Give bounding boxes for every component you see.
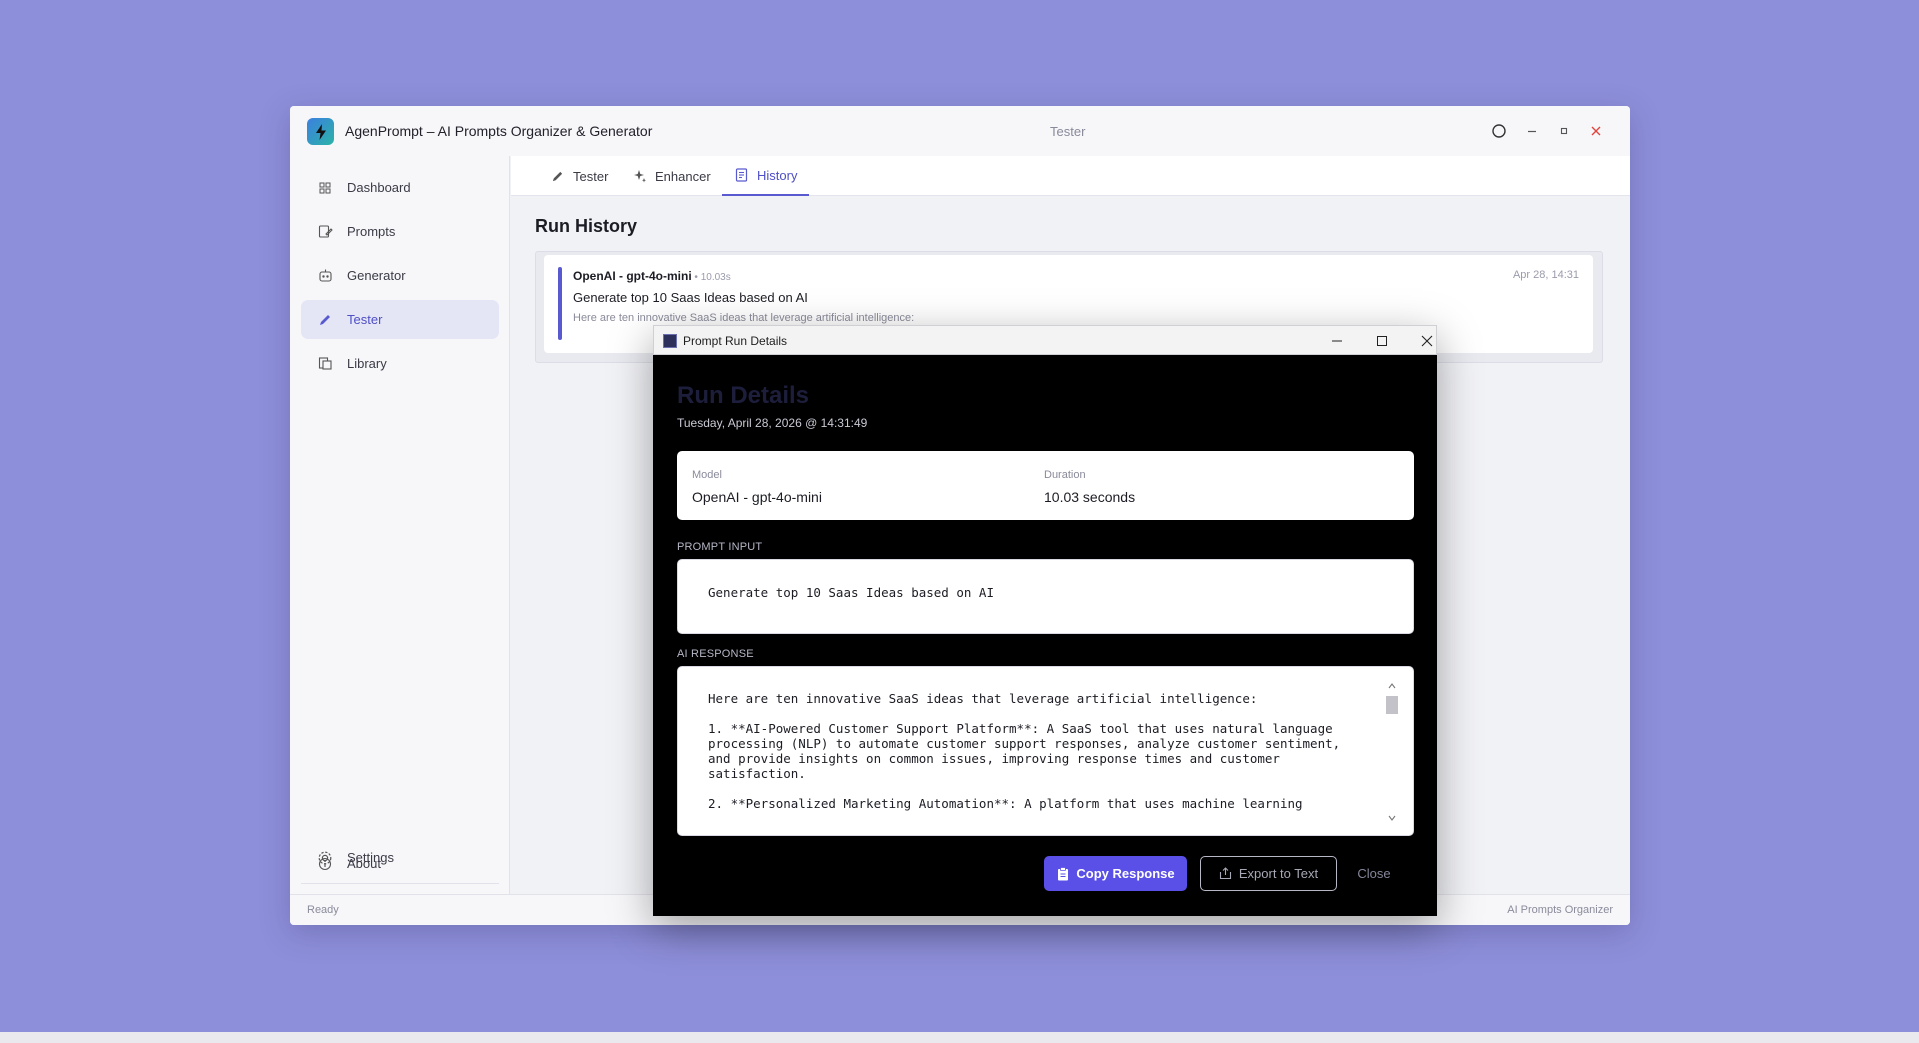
history-icon xyxy=(734,168,749,183)
ai-response-box[interactable]: Here are ten innovative SaaS ideas that … xyxy=(677,666,1414,836)
sidebar-item-library[interactable]: Library xyxy=(301,344,499,383)
model-label: Model xyxy=(692,469,722,481)
sidebar-item-generator[interactable]: Generator xyxy=(301,256,499,295)
export-to-text-label: Export to Text xyxy=(1238,866,1319,881)
tab-tester[interactable]: Tester xyxy=(538,156,620,196)
lightning-icon xyxy=(315,123,326,140)
minimize-icon xyxy=(1528,130,1536,133)
status-text: Ready xyxy=(307,904,339,916)
scroll-thumb[interactable] xyxy=(1386,696,1398,714)
sidebar-item-label: Dashboard xyxy=(347,180,411,195)
run-datetime: Tuesday, April 28, 2026 @ 14:31:49 xyxy=(677,416,868,430)
tab-label: History xyxy=(757,167,798,183)
theme-button[interactable] xyxy=(1486,119,1512,143)
entry-provider: OpenAI - gpt-4o-mini • 10.03s xyxy=(573,269,731,283)
sidebar-item-label: Tester xyxy=(347,312,383,327)
taskbar-strip xyxy=(0,1032,1919,1043)
close-dialog-button[interactable]: Close xyxy=(1349,856,1399,891)
sidebar-divider xyxy=(301,883,499,884)
pencil-icon xyxy=(550,169,565,184)
model-value: OpenAI - gpt-4o-mini xyxy=(692,489,822,505)
sidebar-item-label: Generator xyxy=(347,268,406,283)
ai-response-label: AI RESPONSE xyxy=(677,648,754,660)
maximize-button[interactable] xyxy=(1551,119,1577,143)
window-center-title: Tester xyxy=(1050,124,1086,139)
close-icon xyxy=(1421,335,1433,347)
sidebar-item-prompts[interactable]: Prompts xyxy=(301,212,499,251)
sidebar-item-dashboard[interactable]: Dashboard xyxy=(301,168,499,207)
export-to-text-button[interactable]: Export to Text xyxy=(1200,856,1337,891)
pencil-icon xyxy=(317,312,333,328)
page-title: Run History xyxy=(535,216,638,236)
tab-history[interactable]: History xyxy=(722,156,810,196)
app-logo xyxy=(307,118,334,145)
dialog-title-bar: Prompt Run Details xyxy=(653,325,1437,355)
dialog-window-title: Prompt Run Details xyxy=(683,334,788,348)
app-title: AgenPrompt – AI Prompts Organizer & Gene… xyxy=(345,123,653,139)
clipboard-icon xyxy=(1056,866,1070,881)
maximize-icon xyxy=(1560,127,1568,135)
library-icon xyxy=(317,356,333,372)
maximize-icon xyxy=(1377,336,1387,346)
sidebar-item-label: Library xyxy=(347,356,387,371)
edit-document-icon xyxy=(317,224,333,240)
close-button[interactable] xyxy=(1583,119,1609,143)
sidebar-item-label: Settings xyxy=(347,850,394,865)
app-icon xyxy=(663,334,677,348)
scroll-down-icon[interactable] xyxy=(1388,814,1396,822)
entry-date: Apr 28, 14:31 xyxy=(1512,269,1579,281)
sidebar-item-tester[interactable]: Tester xyxy=(301,300,499,339)
duration-label: Duration xyxy=(1044,469,1086,481)
dialog-minimize-button[interactable] xyxy=(1322,329,1352,353)
copy-response-label: Copy Response xyxy=(1076,866,1175,881)
dialog-maximize-button[interactable] xyxy=(1367,329,1397,353)
run-meta-card: Model OpenAI - gpt-4o-mini Duration 10.0… xyxy=(677,451,1414,520)
dialog-heading: Run Details xyxy=(677,382,810,409)
copy-response-button[interactable]: Copy Response xyxy=(1044,856,1187,891)
export-icon xyxy=(1219,867,1233,881)
gear-icon xyxy=(317,850,333,866)
scroll-up-icon[interactable] xyxy=(1388,682,1396,690)
tab-bar: Tester Enhancer History xyxy=(511,156,1630,196)
minimize-icon xyxy=(1332,340,1342,342)
tab-label: Tester xyxy=(573,168,609,184)
circle-icon xyxy=(1492,124,1506,138)
robot-icon xyxy=(317,268,333,284)
entry-duration: • 10.03s xyxy=(691,272,731,283)
dialog-close-button[interactable] xyxy=(1412,329,1442,353)
title-bar: AgenPrompt – AI Prompts Organizer & Gene… xyxy=(290,106,1630,156)
sidebar: Dashboard Prompts Generator Tester Libra… xyxy=(290,156,510,894)
status-app-name: AI Prompts Organizer xyxy=(1507,904,1613,916)
tab-enhancer[interactable]: Enhancer xyxy=(620,156,723,196)
sidebar-item-label: Prompts xyxy=(347,224,396,239)
sidebar-item-settings[interactable]: Settings xyxy=(301,838,499,877)
prompt-input-label: PROMPT INPUT xyxy=(677,541,763,553)
prompt-input-box[interactable]: Generate top 10 Saas Ideas based on AI xyxy=(677,559,1414,634)
minimize-button[interactable] xyxy=(1519,119,1545,143)
close-icon xyxy=(1591,126,1601,136)
ai-response-text: Here are ten innovative SaaS ideas that … xyxy=(708,691,1341,811)
prompt-input-text: Generate top 10 Saas Ideas based on AI xyxy=(708,585,994,600)
tab-label: Enhancer xyxy=(655,168,711,184)
entry-accent-bar xyxy=(558,267,562,340)
response-scrollbar[interactable] xyxy=(1385,679,1399,825)
sparkle-icon xyxy=(632,169,647,184)
entry-snippet: Here are ten innovative SaaS ideas that … xyxy=(573,312,915,324)
grid-icon xyxy=(317,180,333,196)
duration-value: 10.03 seconds xyxy=(1044,489,1136,505)
run-details-dialog: Prompt Run Details Run Details Tuesday, … xyxy=(653,325,1437,916)
entry-title: Generate top 10 Saas Ideas based on AI xyxy=(573,290,808,305)
